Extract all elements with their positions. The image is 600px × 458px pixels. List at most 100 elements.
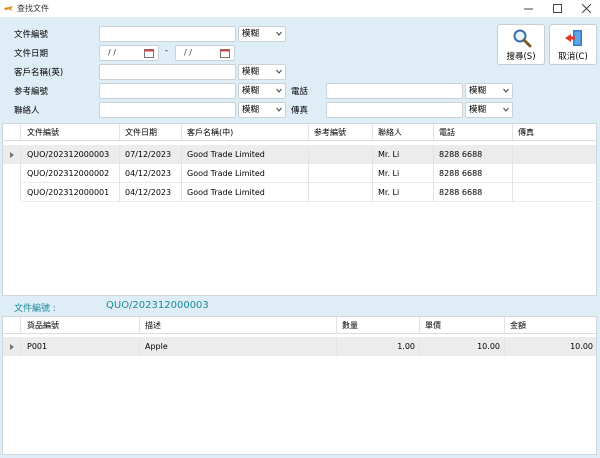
results-grid-header: 文件編號 文件日期 客戶名稱(中) 参考編號 聯絡人 電話 傳真 [3,124,596,141]
calendar-icon[interactable] [220,48,230,58]
phone-match-select[interactable]: 模糊 [465,83,513,99]
minimize-icon[interactable] [514,0,542,17]
date-range-separator: - [165,46,168,55]
close-icon[interactable] [572,0,600,17]
date-to-value: / / [184,48,192,57]
contact-label: 聯絡人 [14,106,40,116]
app-logo-icon [3,3,14,14]
doc-date-label: 文件日期 [14,49,49,59]
current-row-arrow-icon [10,344,14,350]
column-header[interactable]: 傳真 [513,124,597,140]
row-selector[interactable] [3,164,21,183]
chevron-down-icon [503,107,509,112]
details-grid-header: 貨品編號 描述 數量 單價 金額 [3,317,596,334]
cell-doc-date: 04/12/2023 [120,183,182,202]
results-grid[interactable]: 文件編號 文件日期 客戶名稱(中) 参考編號 聯絡人 電話 傳真 QUO/202… [2,123,597,296]
cell-customer: Good Trade Limited [182,145,309,164]
title-bar: 查找文件 [0,0,600,17]
table-row[interactable]: P001 Apple 1.00 10.00 10.00 [3,337,597,356]
fax-match-value: 模糊 [469,105,487,115]
phone-label: 電話 [291,87,309,97]
cell-doc-no: QUO/202312000003 [22,145,120,164]
table-row[interactable]: QUO/202312000003 07/12/2023 Good Trade L… [3,145,597,164]
phone-match-value: 模糊 [469,86,487,96]
ref-match-select[interactable]: 模糊 [238,83,286,99]
fax-match-select[interactable]: 模糊 [465,102,513,118]
table-row[interactable]: QUO/202312000001 04/12/2023 Good Trade L… [3,183,597,202]
selected-doc-value: QUO/202312000003 [106,300,209,311]
cancel-button-label: 取消(C) [558,52,588,62]
table-row[interactable]: QUO/202312000002 04/12/2023 Good Trade L… [3,164,597,183]
cell-ref [309,145,373,164]
column-header[interactable]: 文件日期 [120,124,182,140]
chevron-down-icon [276,69,282,74]
doc-no-match-select[interactable]: 模糊 [238,26,286,42]
maximize-icon[interactable] [543,0,571,17]
cancel-button[interactable]: 取消(C) [549,24,597,65]
chevron-down-icon [276,88,282,93]
column-header[interactable]: 金額 [505,317,597,333]
cell-description: Apple [140,337,337,356]
ref-label: 参考編號 [14,87,49,97]
cell-doc-date: 07/12/2023 [120,145,182,164]
contact-input[interactable] [99,102,236,118]
cell-contact: Mr. Li [373,183,434,202]
column-header[interactable]: 文件編號 [22,124,120,140]
row-header-corner [3,317,21,333]
date-from-value: / / [108,48,116,57]
cell-quantity: 1.00 [337,337,420,356]
contact-match-select[interactable]: 模糊 [238,102,286,118]
cell-doc-date: 04/12/2023 [120,164,182,183]
date-to-picker[interactable]: / / [175,45,235,61]
search-button[interactable]: 搜尋(S) [497,24,545,65]
phone-input[interactable] [326,83,463,99]
date-from-picker[interactable]: / / [99,45,159,61]
column-header[interactable]: 貨品編號 [22,317,140,333]
doc-no-input[interactable] [99,26,236,42]
window-title: 查找文件 [17,4,49,13]
cell-ref [309,164,373,183]
customer-input[interactable] [99,64,236,80]
column-header[interactable]: 参考編號 [309,124,373,140]
column-header[interactable]: 單價 [420,317,505,333]
customer-match-select[interactable]: 模糊 [238,64,286,80]
chevron-down-icon [276,31,282,36]
row-selector[interactable] [3,145,21,164]
cell-ref [309,183,373,202]
details-grid[interactable]: 貨品編號 描述 數量 單價 金額 P001 Apple 1.00 10.00 1… [2,316,597,455]
fax-input[interactable] [326,102,463,118]
selected-doc-label: 文件編號 : [14,304,56,314]
column-header[interactable]: 描述 [140,317,337,333]
cell-fax [513,164,597,183]
cell-contact: Mr. Li [373,145,434,164]
cell-phone: 8288 6688 [434,145,513,164]
cell-contact: Mr. Li [373,164,434,183]
column-header[interactable]: 聯絡人 [373,124,434,140]
ref-input[interactable] [99,83,236,99]
cell-customer: Good Trade Limited [182,183,309,202]
search-button-label: 搜尋(S) [506,52,536,62]
cell-fax [513,145,597,164]
ref-match-value: 模糊 [242,86,260,96]
calendar-icon[interactable] [144,48,154,58]
fax-label: 傳真 [291,106,309,116]
cell-amount: 10.00 [505,337,597,356]
cell-unit-price: 10.00 [420,337,505,356]
cell-item-code: P001 [22,337,140,356]
chevron-down-icon [503,88,509,93]
customer-match-value: 模糊 [242,67,260,77]
column-header[interactable]: 數量 [337,317,420,333]
cell-phone: 8288 6688 [434,183,513,202]
row-selector[interactable] [3,337,21,356]
cell-fax [513,183,597,202]
row-selector[interactable] [3,183,21,202]
exit-door-icon [565,30,582,46]
magnifier-icon [513,29,532,48]
cell-customer: Good Trade Limited [182,164,309,183]
cell-doc-no: QUO/202312000002 [22,164,120,183]
row-header-corner [3,124,21,140]
chevron-down-icon [276,107,282,112]
contact-match-value: 模糊 [242,105,260,115]
column-header[interactable]: 客戶名稱(中) [182,124,309,140]
column-header[interactable]: 電話 [434,124,513,140]
